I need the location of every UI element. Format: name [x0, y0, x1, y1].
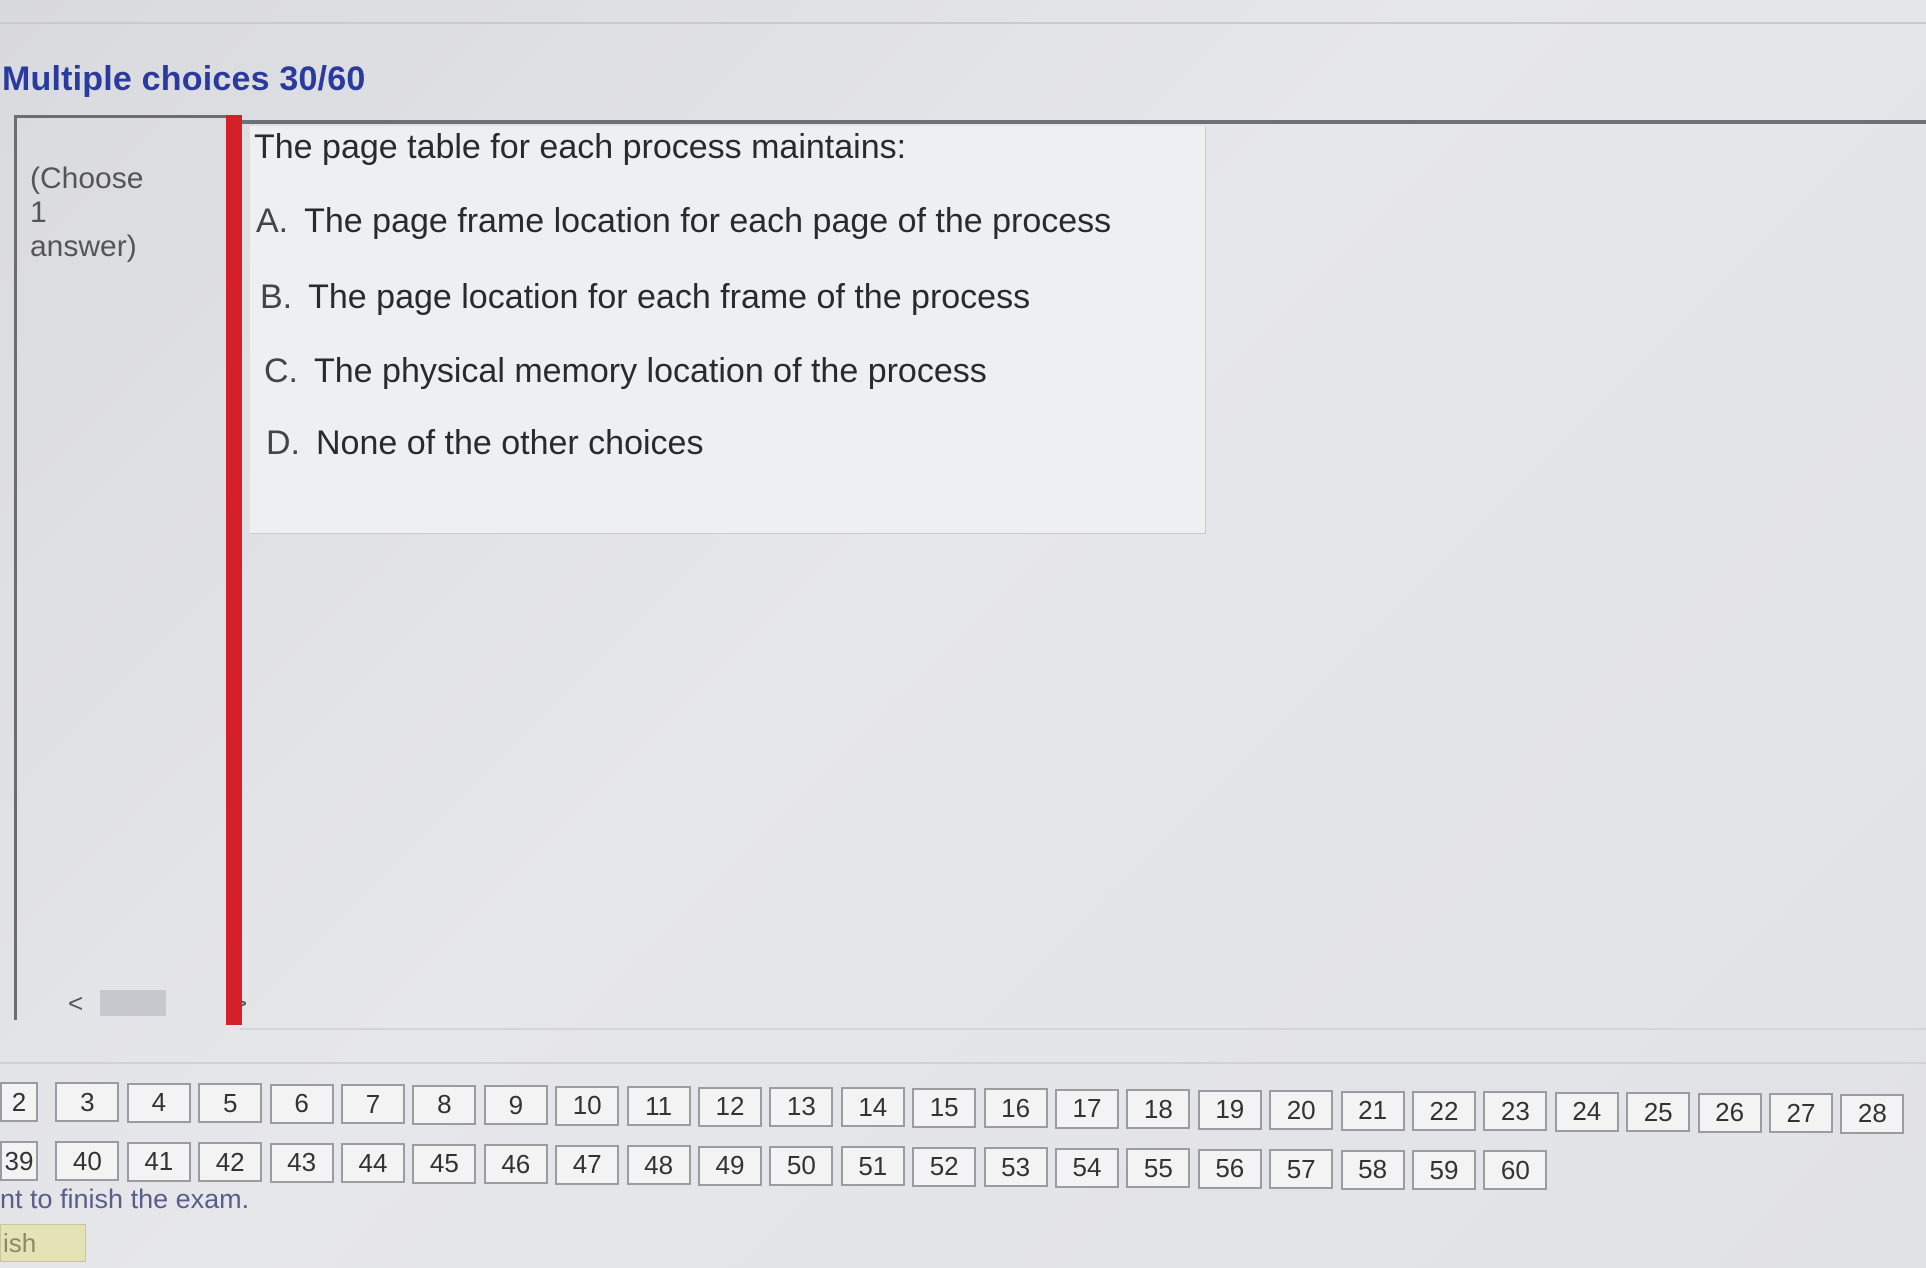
question-nav-button[interactable]: 51	[840, 1146, 905, 1187]
question-nav-button[interactable]: 14	[840, 1087, 905, 1128]
question-nav-button[interactable]: 46	[483, 1144, 548, 1185]
question-nav-button[interactable]: 57	[1269, 1149, 1334, 1190]
question-nav-button[interactable]: 42	[198, 1142, 263, 1183]
option-c[interactable]: C. The physical memory location of the pr…	[264, 352, 987, 391]
option-d[interactable]: D. None of the other choices	[266, 424, 703, 463]
question-nav-button[interactable]: 59	[1412, 1150, 1476, 1190]
question-nav-button[interactable]: 53	[983, 1147, 1048, 1188]
question-nav-button[interactable]: 28	[1840, 1093, 1905, 1134]
question-nav-button[interactable]: 56	[1197, 1148, 1262, 1189]
option-label: The page frame location for each page of…	[304, 202, 1112, 240]
question-nav-button[interactable]: 26	[1697, 1092, 1762, 1133]
option-letter: C.	[264, 352, 298, 390]
question-nav-button[interactable]: 18	[1126, 1089, 1191, 1130]
finish-hint: nt to finish the exam.	[0, 1184, 250, 1214]
question-nav-button[interactable]: 3	[55, 1082, 120, 1123]
question-nav-button[interactable]: 24	[1554, 1091, 1619, 1132]
question-nav-button[interactable]: 39	[0, 1141, 38, 1181]
question-nav-button[interactable]: 54	[1055, 1147, 1119, 1188]
exam-page: Multiple choices 30/60 (Choose 1 answer)…	[0, 0, 1926, 1268]
question-nav-button[interactable]: 15	[912, 1087, 977, 1128]
question-nav-button[interactable]: 16	[983, 1088, 1048, 1129]
question-nav-button[interactable]: 50	[769, 1145, 834, 1186]
question-nav-button[interactable]: 11	[626, 1086, 691, 1127]
option-letter: D.	[266, 424, 300, 462]
question-nav-button[interactable]: 20	[1269, 1090, 1334, 1131]
question-nav-button[interactable]: 60	[1483, 1150, 1548, 1191]
question-nav-button[interactable]: 9	[483, 1085, 548, 1126]
question-nav-button[interactable]: 55	[1126, 1148, 1191, 1189]
question-nav-button[interactable]: 21	[1340, 1090, 1405, 1131]
question-nav-button[interactable]: 23	[1483, 1091, 1548, 1132]
top-divider	[0, 22, 1926, 24]
option-label: The physical memory location of the proc…	[314, 352, 987, 390]
option-a[interactable]: A. The page frame location for each page …	[256, 202, 1111, 241]
scroll-left-icon[interactable]: <	[68, 988, 83, 1018]
question-nav-button[interactable]: 6	[269, 1083, 334, 1124]
page-title: Multiple choices 30/60	[2, 60, 366, 98]
question-text: The page table for each process maintain…	[254, 128, 907, 166]
question-nav-button[interactable]: 2	[0, 1082, 38, 1122]
choose-hint-text: (Choose 1 answer)	[30, 162, 144, 263]
content-bottom-divider	[240, 1028, 1926, 1030]
question-nav-button[interactable]: 25	[1626, 1092, 1691, 1133]
question-nav-button[interactable]: 40	[55, 1141, 120, 1182]
question-nav-button[interactable]: 58	[1340, 1149, 1405, 1190]
question-nav-button[interactable]: 8	[412, 1084, 477, 1125]
question-nav-button[interactable]: 48	[626, 1145, 691, 1186]
question-nav-button[interactable]: 17	[1055, 1088, 1119, 1129]
option-b[interactable]: B. The page location for each frame of th…	[260, 278, 1030, 317]
question-nav-button[interactable]: 5	[198, 1083, 263, 1124]
question-box	[250, 126, 1206, 534]
horizontal-scrollbar[interactable]: < >	[60, 988, 250, 1018]
question-nav-button[interactable]: 22	[1412, 1091, 1476, 1131]
question-nav-button[interactable]: 10	[555, 1085, 620, 1126]
question-nav-button[interactable]: 7	[341, 1084, 405, 1125]
question-nav-button[interactable]: 44	[341, 1143, 405, 1184]
finish-button[interactable]: ish	[0, 1224, 86, 1262]
question-nav-button[interactable]: 52	[912, 1146, 977, 1187]
question-nav-button[interactable]: 45	[412, 1143, 477, 1184]
question-nav-button[interactable]: 49	[698, 1145, 762, 1186]
question-nav-button[interactable]: 19	[1197, 1089, 1262, 1130]
question-nav-button[interactable]: 27	[1769, 1093, 1833, 1134]
option-label: The page location for each frame of the …	[308, 278, 1031, 316]
option-label: None of the other choices	[316, 424, 704, 462]
question-nav-button[interactable]: 41	[126, 1141, 191, 1182]
panel-separator	[226, 115, 242, 1025]
option-letter: A.	[256, 202, 289, 240]
nav-top-divider	[0, 1062, 1926, 1064]
question-nav-button[interactable]: 12	[698, 1086, 762, 1127]
scroll-thumb[interactable]	[100, 990, 166, 1016]
question-top-border	[242, 120, 1926, 124]
question-nav-button[interactable]: 13	[769, 1086, 834, 1127]
question-nav-button[interactable]: 47	[555, 1144, 620, 1185]
option-letter: B.	[260, 278, 293, 316]
question-nav-button[interactable]: 4	[126, 1082, 191, 1123]
question-nav-button[interactable]: 43	[269, 1142, 334, 1183]
